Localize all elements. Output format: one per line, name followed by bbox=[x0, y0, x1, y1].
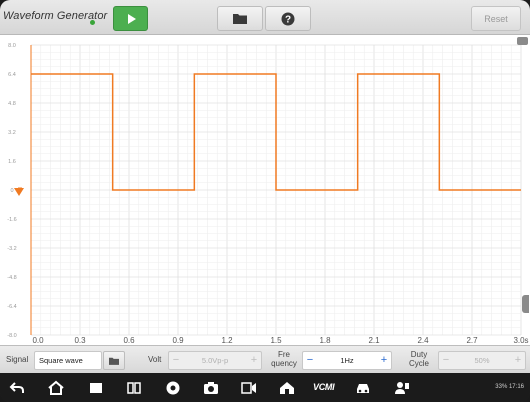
zero-level-marker-icon bbox=[14, 188, 24, 196]
expand-chart-icon bbox=[517, 37, 528, 45]
waveform-chart: 8.0 6.4 4.8 3.2 1.6 0 -1.6 -3.2 -4.8 -6.4 -8.0 0.0 0… bbox=[7, 37, 529, 345]
x-tick-label: 1.8 bbox=[319, 336, 331, 345]
frequency-value: 1Hz bbox=[340, 356, 354, 365]
frequency-increase-button[interactable]: + bbox=[377, 352, 391, 369]
duty-cycle-increase-button[interactable]: + bbox=[511, 352, 525, 369]
y-tick-label: 8.0 bbox=[8, 43, 16, 49]
tablet-screen: Waveform Generator ? Reset 8.0 6.4 4.8 3.2 1… bbox=[0, 0, 530, 402]
recent-apps-icon[interactable] bbox=[88, 380, 104, 396]
y-tick-label: -1.6 bbox=[7, 217, 16, 223]
x-tick-label: 1.5 bbox=[270, 336, 282, 345]
folder-button[interactable] bbox=[217, 6, 263, 31]
duty-cycle-label: Duty Cycle bbox=[402, 350, 436, 368]
duty-cycle-label-line2: Cycle bbox=[408, 359, 429, 368]
y-tick-label: 1.6 bbox=[8, 159, 16, 165]
volt-value: 5.0Vp-p bbox=[201, 356, 229, 365]
waveform-plot: 8.0 6.4 4.8 3.2 1.6 0 -1.6 -3.2 -4.8 -6.4 -8.0 0.0 0… bbox=[0, 35, 530, 345]
status-dot-icon bbox=[90, 20, 95, 25]
y-tick-label: -4.8 bbox=[7, 275, 16, 281]
volt-label: Volt bbox=[148, 355, 162, 364]
duty-cycle-value: 50% bbox=[474, 356, 490, 365]
frequency-decrease-button[interactable]: − bbox=[303, 352, 317, 369]
y-tick-label: 3.2 bbox=[8, 130, 16, 136]
y-tick-label: 6.4 bbox=[8, 72, 16, 78]
y-tick-label: 0 bbox=[10, 188, 13, 194]
garage-home-icon[interactable] bbox=[279, 380, 295, 396]
volt-stepper[interactable]: − 5.0Vp-p + bbox=[168, 351, 262, 370]
x-tick-label: 0.9 bbox=[172, 336, 184, 345]
y-tick-label: -8.0 bbox=[7, 333, 16, 339]
vcmi-button[interactable]: VCMI bbox=[313, 382, 335, 392]
top-toolbar: Waveform Generator ? Reset bbox=[0, 0, 530, 35]
y-tick-label: -6.4 bbox=[7, 304, 16, 310]
split-screen-icon[interactable] bbox=[126, 380, 142, 396]
status-bar-text: 33% 17:16 bbox=[495, 384, 524, 390]
folder-icon bbox=[233, 14, 247, 24]
x-tick-label: 0.6 bbox=[123, 336, 135, 345]
play-icon bbox=[127, 13, 136, 24]
frequency-label-line1: Fre bbox=[278, 350, 290, 359]
y-tick-label: -3.2 bbox=[7, 246, 16, 252]
signal-folder-button[interactable] bbox=[103, 351, 125, 370]
duty-cycle-label-line1: Duty bbox=[410, 350, 428, 359]
x-tick-label: 2.1 bbox=[368, 336, 380, 345]
home-icon[interactable] bbox=[48, 380, 64, 396]
x-tick-label: 1.2 bbox=[221, 336, 233, 345]
side-panel-handle[interactable] bbox=[522, 295, 529, 313]
svg-text:?: ? bbox=[285, 14, 291, 25]
frequency-stepper[interactable]: − 1Hz + bbox=[302, 351, 392, 370]
reset-button[interactable]: Reset bbox=[471, 6, 521, 31]
play-button[interactable] bbox=[113, 6, 148, 31]
signal-select[interactable]: Square wave bbox=[34, 351, 102, 370]
folder-icon bbox=[109, 357, 119, 365]
x-tick-label: 2.4 bbox=[417, 336, 429, 345]
x-tick-label: 0.3 bbox=[74, 336, 86, 345]
system-nav-bar: VCMI 33% 17:16 bbox=[0, 373, 530, 402]
help-icon: ? bbox=[281, 12, 295, 25]
technician-icon[interactable] bbox=[394, 380, 410, 396]
duty-cycle-decrease-button[interactable]: − bbox=[439, 352, 453, 369]
frequency-label: Fre quency bbox=[268, 350, 300, 368]
camera-icon[interactable] bbox=[203, 380, 219, 396]
back-icon[interactable] bbox=[9, 380, 25, 396]
volt-increase-button[interactable]: + bbox=[247, 352, 261, 369]
signal-value: Square wave bbox=[39, 356, 83, 365]
x-tick-label: 3.0s bbox=[513, 336, 528, 345]
car-icon[interactable] bbox=[355, 380, 371, 396]
browser-icon[interactable] bbox=[165, 380, 181, 396]
generator-controls: Signal Square wave Volt − 5.0Vp-p + Fre … bbox=[0, 345, 530, 373]
volt-decrease-button[interactable]: − bbox=[169, 352, 183, 369]
x-tick-label: 2.7 bbox=[466, 336, 478, 345]
screen-record-icon[interactable] bbox=[241, 380, 257, 396]
duty-cycle-stepper[interactable]: − 50% + bbox=[438, 351, 526, 370]
signal-label: Signal bbox=[6, 355, 29, 364]
frequency-label-line2: quency bbox=[271, 359, 297, 368]
help-button[interactable]: ? bbox=[265, 6, 311, 31]
x-tick-label: 0.0 bbox=[32, 336, 44, 345]
y-tick-label: 4.8 bbox=[8, 101, 16, 107]
